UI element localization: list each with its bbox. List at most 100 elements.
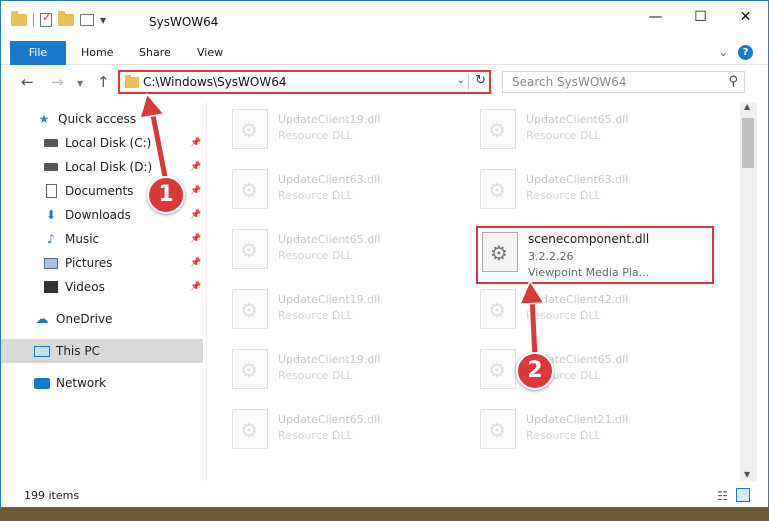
network-icon bbox=[34, 376, 50, 390]
details-view-icon[interactable]: ☷ bbox=[717, 489, 728, 503]
pin-icon[interactable]: 📌 bbox=[190, 210, 201, 220]
pin-icon[interactable]: 📌 bbox=[190, 282, 201, 292]
dll-file-icon bbox=[232, 169, 268, 209]
minimize-button[interactable]: — bbox=[633, 1, 678, 33]
tab-file[interactable]: File bbox=[10, 41, 66, 65]
navigation-bar: ← → ▼ ↑ C:\Windows\SysWOW64 ⌄ ↻ Search S… bbox=[1, 65, 768, 100]
chevron-down-icon[interactable]: ⌄ bbox=[719, 46, 728, 59]
file-version: 3.2.2.26 bbox=[528, 250, 574, 263]
sidebar-item-local-disk-c[interactable]: Local Disk (C:) 📌 bbox=[1, 131, 203, 155]
address-bar[interactable]: C:\Windows\SysWOW64 ⌄ ↻ bbox=[118, 70, 491, 94]
customize-toolbar-icon[interactable]: ▼ bbox=[100, 16, 106, 25]
dll-file-icon bbox=[480, 349, 516, 389]
tab-view[interactable]: View bbox=[197, 41, 223, 65]
recent-locations-icon[interactable]: ▼ bbox=[77, 79, 83, 88]
file-item[interactable]: UpdateClient65.dll Resource DLL bbox=[228, 225, 463, 277]
file-item[interactable]: UpdateClient63.dll Resource DLL bbox=[476, 165, 711, 217]
sidebar-item-label: Local Disk (D:) bbox=[65, 160, 153, 174]
new-folder-icon[interactable] bbox=[58, 11, 74, 26]
sidebar-item-onedrive[interactable]: ☁ OneDrive bbox=[1, 307, 203, 331]
sidebar-item-music[interactable]: ♪ Music 📌 bbox=[1, 227, 203, 251]
scroll-up-arrow-icon[interactable]: ▲ bbox=[744, 102, 750, 111]
file-type: Resource DLL bbox=[526, 429, 601, 442]
file-description: Viewpoint Media Pla... bbox=[528, 266, 650, 279]
back-arrow-icon[interactable]: ← bbox=[21, 73, 34, 91]
sidebar-item-label: This PC bbox=[56, 344, 100, 358]
drive-icon bbox=[43, 160, 59, 174]
up-arrow-icon[interactable]: ↑ bbox=[97, 73, 110, 91]
callout-marker-2: 2 bbox=[516, 352, 554, 390]
sidebar-item-local-disk-d[interactable]: Local Disk (D:) 📌 bbox=[1, 155, 203, 179]
file-type: Resource DLL bbox=[278, 429, 353, 442]
dll-file-icon bbox=[480, 109, 516, 149]
address-path[interactable]: C:\Windows\SysWOW64 bbox=[143, 75, 287, 89]
address-dropdown-icon[interactable]: ⌄ bbox=[457, 75, 465, 86]
toolbar-divider bbox=[33, 13, 34, 27]
sidebar-item-label: Music bbox=[65, 232, 100, 246]
folder-icon bbox=[125, 75, 139, 88]
dll-file-icon bbox=[480, 289, 516, 329]
pin-icon[interactable]: 📌 bbox=[190, 234, 201, 244]
scroll-thumb[interactable] bbox=[742, 118, 754, 168]
file-item[interactable]: UpdateClient19.dll Resource DLL bbox=[228, 345, 463, 397]
file-name: scenecomponent.dll bbox=[528, 232, 650, 246]
drive-icon bbox=[43, 136, 59, 150]
file-item[interactable]: UpdateClient65.dll Resource DLL bbox=[228, 405, 463, 457]
folder-icon[interactable] bbox=[11, 11, 27, 26]
file-item-scenecomponent[interactable]: scenecomponent.dll 3.2.2.26 Viewpoint Me… bbox=[476, 226, 714, 284]
forward-arrow-icon[interactable]: → bbox=[51, 73, 64, 91]
sidebar-item-network[interactable]: Network bbox=[1, 371, 203, 395]
explorer-window: ▼ SysWOW64 — ☐ ✕ File Home Share View ⌄ … bbox=[0, 0, 769, 508]
pin-icon[interactable]: 📌 bbox=[190, 258, 201, 268]
sidebar-item-pictures[interactable]: Pictures 📌 bbox=[1, 251, 203, 275]
sidebar-item-label: Downloads bbox=[65, 208, 131, 222]
file-item[interactable]: UpdateClient63.dll Resource DLL bbox=[228, 165, 463, 217]
view-options-icon[interactable] bbox=[80, 14, 94, 26]
sidebar-item-label: Local Disk (C:) bbox=[65, 136, 152, 150]
dll-file-icon bbox=[232, 349, 268, 389]
tiles-view-icon[interactable] bbox=[736, 488, 750, 502]
file-name: UpdateClient65.dll bbox=[526, 113, 629, 126]
maximize-button[interactable]: ☐ bbox=[678, 1, 723, 33]
file-list: UpdateClient19.dll Resource DLL UpdateCl… bbox=[208, 102, 739, 481]
file-name: UpdateClient65.dll bbox=[278, 413, 381, 426]
sidebar-item-this-pc[interactable]: This PC bbox=[1, 339, 203, 363]
file-item[interactable]: UpdateClient19.dll Resource DLL bbox=[228, 105, 463, 157]
help-icon[interactable]: ? bbox=[738, 45, 753, 60]
tab-share[interactable]: Share bbox=[139, 41, 171, 65]
download-icon: ⬇ bbox=[45, 208, 57, 222]
sidebar-item-label: Documents bbox=[65, 184, 134, 198]
sidebar-item-label: Pictures bbox=[65, 256, 113, 270]
dll-file-icon bbox=[232, 109, 268, 149]
title-bar: ▼ SysWOW64 — ☐ ✕ bbox=[1, 1, 768, 41]
vertical-scrollbar[interactable]: ▲ ▼ bbox=[740, 102, 757, 481]
file-item[interactable]: UpdateClient21.dll Resource DLL bbox=[476, 405, 711, 457]
search-icon[interactable]: ⚲ bbox=[728, 74, 738, 89]
file-type: Resource DLL bbox=[278, 249, 353, 262]
file-name: UpdateClient19.dll bbox=[278, 293, 381, 306]
file-item[interactable]: UpdateClient19.dll Resource DLL bbox=[228, 285, 463, 337]
window-title: SysWOW64 bbox=[149, 15, 219, 29]
file-item[interactable]: UpdateClient42.dll Resource DLL bbox=[476, 285, 711, 337]
file-item[interactable]: UpdateClient65.dll Resource DLL bbox=[476, 105, 711, 157]
file-name: UpdateClient21.dll bbox=[526, 413, 629, 426]
sidebar-item-quick-access[interactable]: ★ Quick access bbox=[1, 107, 203, 131]
pin-icon[interactable]: 📌 bbox=[190, 186, 201, 196]
pin-icon[interactable]: 📌 bbox=[190, 162, 201, 172]
dll-file-icon bbox=[232, 229, 268, 269]
quick-access-toolbar: ▼ bbox=[11, 11, 106, 27]
file-item[interactable]: UpdateClient65.dll Resource DLL bbox=[476, 345, 711, 397]
cloud-icon: ☁ bbox=[35, 311, 49, 327]
sidebar-item-videos[interactable]: Videos 📌 bbox=[1, 275, 203, 299]
tab-home[interactable]: Home bbox=[81, 41, 113, 65]
pin-icon[interactable]: 📌 bbox=[190, 138, 201, 148]
file-name: UpdateClient63.dll bbox=[526, 173, 629, 186]
close-button[interactable]: ✕ bbox=[723, 1, 768, 33]
refresh-icon[interactable]: ↻ bbox=[475, 73, 486, 88]
address-divider bbox=[468, 74, 469, 90]
properties-icon[interactable] bbox=[40, 11, 52, 27]
sidebar-item-label: OneDrive bbox=[56, 312, 113, 326]
scroll-down-arrow-icon[interactable]: ▼ bbox=[744, 470, 750, 479]
file-type: Resource DLL bbox=[278, 189, 353, 202]
search-input[interactable]: Search SysWOW64 ⚲ bbox=[502, 71, 745, 93]
